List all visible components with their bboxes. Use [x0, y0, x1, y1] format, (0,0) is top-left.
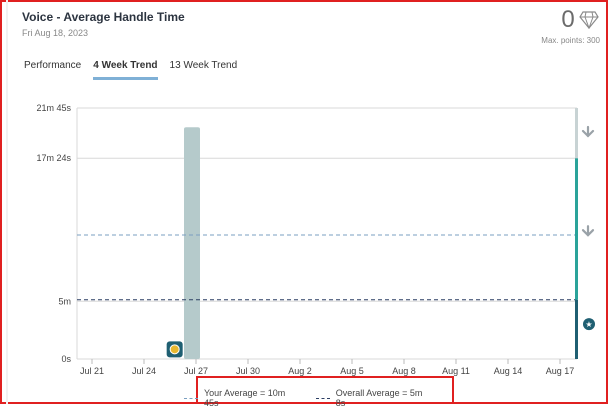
arrow-down-icon — [581, 225, 595, 237]
x-tick-label: Aug 14 — [494, 366, 523, 376]
max-points: Max. points: 300 — [541, 36, 600, 45]
threshold-band-green — [575, 158, 578, 300]
widget-title: Voice - Average Handle Time — [22, 10, 185, 24]
x-tick-label: Jul 27 — [184, 366, 208, 376]
chart-legend: Your Average = 10m 45s Overall Average =… — [184, 388, 448, 408]
y-tick-label: 21m 45s — [36, 103, 71, 113]
x-tick-label: Aug 5 — [340, 366, 364, 376]
legend-your-average: Your Average = 10m 45s — [184, 388, 302, 408]
x-tick-label: Aug 11 — [442, 366, 470, 376]
marker-coin — [169, 344, 180, 355]
x-tick-label: Jul 30 — [236, 366, 260, 376]
your-average-label: Your Average = 10m 45s — [203, 388, 286, 408]
x-tick-label: Aug 2 — [288, 366, 312, 376]
tab-bar: Performance 4 Week Trend 13 Week Trend — [24, 60, 249, 80]
tab-4-week-trend[interactable]: 4 Week Trend — [93, 60, 158, 80]
trend-chart: 0s 5m 17m 24s 21m 45s Jul 21 Jul 24 Jul 27 Jul … — [36, 103, 595, 376]
points-value: 0 — [561, 6, 575, 33]
y-tick-label: 5m — [58, 296, 71, 306]
legend-overall-average: Overall Average = 5m 8s — [315, 388, 434, 408]
y-tick-label: 0s — [61, 354, 71, 364]
diamond-icon — [579, 11, 599, 29]
data-bar — [184, 127, 200, 359]
x-tick-label: Aug 8 — [392, 366, 416, 376]
x-tick-label: Aug 17 — [546, 366, 575, 376]
x-tick-label: Jul 24 — [132, 366, 156, 376]
star-glyph: ★ — [585, 320, 592, 329]
widget-date: Fri Aug 18, 2023 — [22, 28, 89, 38]
arrow-down-icon — [581, 125, 595, 138]
overall-average-swatch — [315, 397, 330, 399]
threshold-band-gray — [575, 108, 578, 159]
threshold-band-dark — [575, 299, 578, 359]
tab-performance[interactable]: Performance — [24, 60, 81, 80]
tab-13-week-trend[interactable]: 13 Week Trend — [170, 60, 238, 80]
y-tick-label: 17m 24s — [36, 153, 71, 163]
your-average-swatch — [184, 397, 198, 399]
x-tick-label: Jul 21 — [80, 366, 104, 376]
overall-average-label: Overall Average = 5m 8s — [335, 388, 423, 408]
